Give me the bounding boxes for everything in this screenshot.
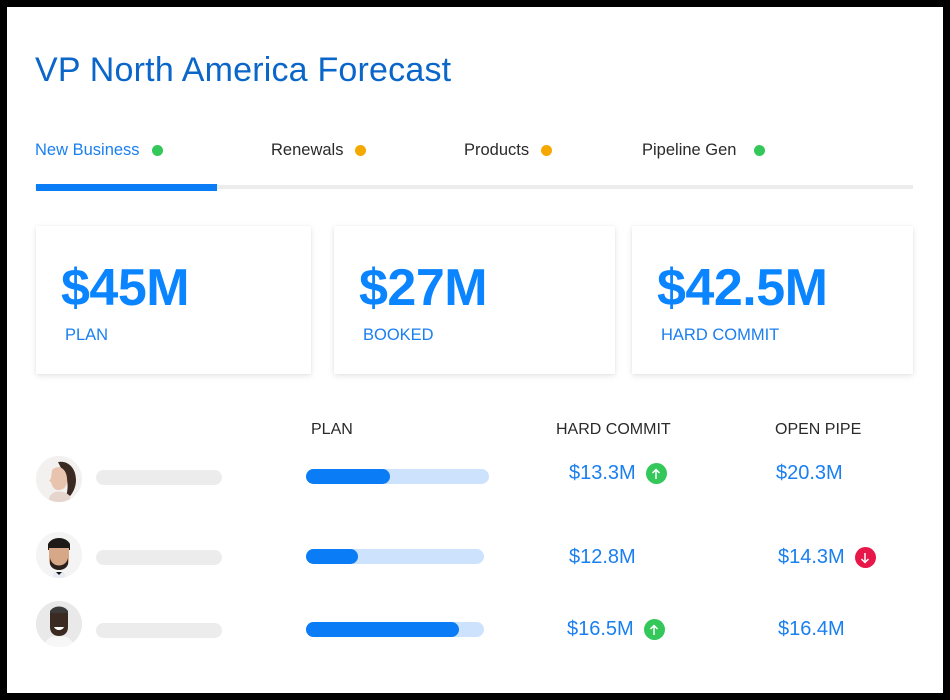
hard-commit-label: HARD COMMIT xyxy=(661,326,780,344)
hard-commit-text: $16.5M xyxy=(567,618,634,640)
hard-commit-text: $13.3M xyxy=(569,462,636,484)
table-row[interactable]: $16.5M $16.4M xyxy=(7,599,943,649)
plan-progress-bar xyxy=(306,549,484,564)
page-title: VP North America Forecast xyxy=(35,51,452,89)
avatar xyxy=(36,601,82,647)
trend-up-icon xyxy=(643,619,665,640)
open-pipe-text: $20.3M xyxy=(776,462,843,484)
status-dot-icon xyxy=(151,145,163,156)
trend-down-icon xyxy=(854,547,876,568)
plan-value: $45M xyxy=(61,259,190,317)
status-dot-icon xyxy=(355,145,367,156)
open-pipe-text: $16.4M xyxy=(778,618,845,640)
bearded-man-portrait-icon xyxy=(36,532,82,578)
booked-label: BOOKED xyxy=(363,326,434,344)
table-row[interactable]: $13.3M $20.3M xyxy=(7,450,943,502)
tab-label: Renewals xyxy=(271,141,344,159)
table-row[interactable]: $12.8M $14.3M xyxy=(7,526,943,578)
plan-progress-fill xyxy=(306,469,391,484)
avatar xyxy=(36,456,82,502)
hard-commit-value: $42.5M xyxy=(657,259,828,317)
plan-progress-fill xyxy=(306,549,358,564)
hard-commit-card: $42.5M HARD COMMIT xyxy=(632,226,913,374)
plan-progress-bar xyxy=(306,622,484,637)
status-dot-icon xyxy=(754,145,766,156)
booked-value: $27M xyxy=(359,259,488,317)
smiling-man-portrait-icon xyxy=(36,601,82,647)
tab-label: New Business xyxy=(35,141,140,159)
status-dot-icon xyxy=(541,145,553,156)
name-placeholder xyxy=(96,470,222,485)
column-header-open-pipe: OPEN PIPE xyxy=(775,421,862,438)
booked-card: $27M BOOKED xyxy=(334,226,615,374)
tab-pipeline-gen[interactable]: Pipeline Gen xyxy=(642,141,766,160)
avatar xyxy=(36,532,82,578)
hard-commit-amount: $16.5M xyxy=(567,618,665,641)
forecast-panel: VP North America Forecast New Business R… xyxy=(7,7,943,693)
column-header-plan: PLAN xyxy=(311,421,353,438)
tab-label: Pipeline Gen xyxy=(642,141,737,159)
trend-up-icon xyxy=(645,463,667,484)
open-pipe-text: $14.3M xyxy=(778,546,845,568)
active-tab-indicator xyxy=(36,184,217,191)
open-pipe-amount: $20.3M xyxy=(776,462,843,485)
name-placeholder xyxy=(96,623,222,638)
woman-portrait-icon xyxy=(36,456,82,502)
hard-commit-amount: $13.3M xyxy=(569,462,667,485)
name-placeholder xyxy=(96,550,222,565)
hard-commit-amount: $12.8M xyxy=(569,546,636,569)
tab-renewals[interactable]: Renewals xyxy=(271,141,367,160)
plan-label: PLAN xyxy=(65,326,109,344)
open-pipe-amount: $14.3M xyxy=(778,546,876,569)
column-header-hard-commit: HARD COMMIT xyxy=(556,421,671,438)
plan-card: $45M PLAN xyxy=(36,226,311,374)
plan-progress-fill xyxy=(306,622,460,637)
hard-commit-text: $12.8M xyxy=(569,546,636,568)
open-pipe-amount: $16.4M xyxy=(778,618,845,641)
tab-bar: New Business Renewals Products Pipeline … xyxy=(35,141,913,191)
tab-products[interactable]: Products xyxy=(464,141,553,160)
tab-new-business[interactable]: New Business xyxy=(35,141,163,160)
tab-label: Products xyxy=(464,141,530,159)
plan-progress-bar xyxy=(306,469,489,484)
